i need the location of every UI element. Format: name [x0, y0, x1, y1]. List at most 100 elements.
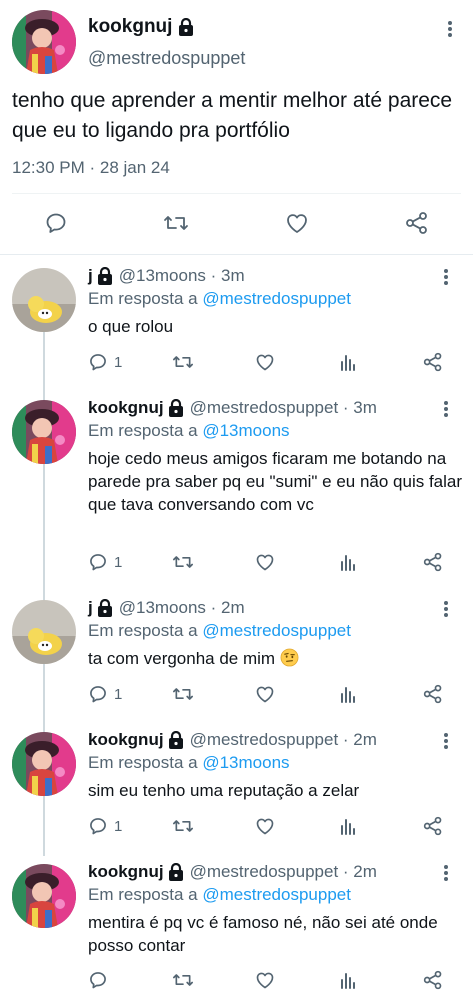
- retweet-icon: [164, 216, 188, 230]
- mention-link[interactable]: @13moons: [202, 421, 289, 440]
- retweet-button[interactable]: [172, 682, 194, 706]
- more-options-button[interactable]: [443, 864, 449, 887]
- share-button[interactable]: [422, 682, 444, 706]
- share-icon: [423, 970, 442, 990]
- mention-link[interactable]: @mestredospuppet: [202, 885, 351, 904]
- author-name[interactable]: kookgnuj: [88, 16, 195, 38]
- in-reply-prefix: Em resposta a: [88, 753, 198, 772]
- share-button[interactable]: [402, 208, 432, 238]
- reply-button[interactable]: 1: [88, 350, 122, 374]
- reply-button[interactable]: 1: [88, 550, 122, 574]
- retweet-button[interactable]: [172, 968, 194, 992]
- lock-icon: [167, 399, 184, 417]
- analytics-button[interactable]: [339, 350, 357, 374]
- reply-tweet[interactable]: kookgnuj @mestredospuppet · 2m Em respos…: [0, 854, 473, 1000]
- avatar[interactable]: [12, 732, 76, 796]
- more-options-button[interactable]: [443, 400, 449, 423]
- author-handle[interactable]: @mestredospuppet · 2m: [190, 862, 377, 882]
- divider: [12, 193, 461, 194]
- share-icon: [423, 684, 442, 704]
- reply-actions: 1: [88, 350, 448, 374]
- like-button[interactable]: [254, 550, 276, 574]
- reply-tweet[interactable]: kookgnuj @mestredospuppet · 2m Em respos…: [0, 722, 473, 852]
- more-options-button[interactable]: [447, 20, 453, 43]
- author-handle[interactable]: @13moons · 3m: [119, 266, 245, 286]
- more-options-button[interactable]: [443, 732, 449, 755]
- reply-tweet[interactable]: kookgnuj @mestredospuppet · 3m Em respos…: [0, 390, 473, 588]
- like-button[interactable]: [254, 968, 276, 992]
- reply-button[interactable]: [41, 208, 71, 238]
- heart-icon: [256, 554, 274, 571]
- analytics-icon: [341, 819, 355, 835]
- share-button[interactable]: [422, 814, 444, 838]
- section-divider: [0, 254, 473, 255]
- retweet-icon: [172, 688, 193, 700]
- avatar[interactable]: [12, 268, 76, 332]
- avatar[interactable]: [12, 600, 76, 664]
- in-reply-to: Em resposta a @13moons: [88, 421, 290, 441]
- retweet-button[interactable]: [172, 814, 194, 838]
- avatar[interactable]: [12, 400, 76, 464]
- mention-link[interactable]: @mestredospuppet: [202, 289, 351, 308]
- more-vertical-icon: [444, 401, 448, 417]
- retweet-button[interactable]: [161, 208, 191, 238]
- reply-text: mentira é pq vc é famoso né, não sei até…: [88, 913, 438, 955]
- reply-text-row: ta com vergonha de mim: [88, 647, 463, 670]
- more-vertical-icon: [444, 601, 448, 617]
- reply-text: sim eu tenho uma reputação a zelar: [88, 781, 360, 800]
- more-vertical-icon: [444, 269, 448, 285]
- avatar-image: [12, 400, 76, 464]
- like-button[interactable]: [254, 350, 276, 374]
- avatar[interactable]: [12, 864, 76, 928]
- mention-link[interactable]: @mestredospuppet: [202, 621, 351, 640]
- tweet-timestamp[interactable]: 12:30 PM · 28 jan 24: [12, 158, 170, 178]
- author-handle[interactable]: @mestredospuppet · 3m: [190, 398, 377, 418]
- analytics-button[interactable]: [339, 968, 357, 992]
- lock-icon: [167, 863, 184, 881]
- reply-button[interactable]: [88, 968, 114, 992]
- author-handle[interactable]: @13moons · 2m: [119, 598, 245, 618]
- like-button[interactable]: [282, 208, 312, 238]
- share-button[interactable]: [422, 550, 444, 574]
- like-button[interactable]: [254, 814, 276, 838]
- more-vertical-icon: [448, 21, 452, 37]
- retweet-button[interactable]: [172, 550, 194, 574]
- in-reply-prefix: Em resposta a: [88, 885, 198, 904]
- reply-tweet[interactable]: j @13moons · 2m Em resposta a @mestredos…: [0, 590, 473, 720]
- author-name[interactable]: kookgnuj: [88, 862, 164, 882]
- author-name[interactable]: kookgnuj: [88, 398, 164, 418]
- retweet-icon: [172, 820, 193, 832]
- author-name[interactable]: j: [88, 266, 93, 286]
- author-handle[interactable]: @mestredospuppet: [88, 48, 245, 69]
- in-reply-prefix: Em resposta a: [88, 621, 198, 640]
- more-options-button[interactable]: [443, 268, 449, 291]
- author-name[interactable]: j: [88, 598, 93, 618]
- share-button[interactable]: [422, 968, 444, 992]
- share-icon: [406, 212, 427, 234]
- analytics-button[interactable]: [339, 682, 357, 706]
- avatar[interactable]: [12, 10, 76, 74]
- like-button[interactable]: [254, 682, 276, 706]
- share-button[interactable]: [422, 350, 444, 374]
- analytics-button[interactable]: [339, 550, 357, 574]
- heart-icon: [256, 818, 274, 835]
- author-handle[interactable]: @mestredospuppet · 2m: [190, 730, 377, 750]
- reply-actions: 1: [88, 550, 448, 574]
- heart-icon: [256, 972, 274, 989]
- reply-button[interactable]: 1: [88, 814, 122, 838]
- retweet-button[interactable]: [172, 350, 194, 374]
- avatar-image: [12, 600, 76, 664]
- retweet-icon: [172, 356, 193, 368]
- mention-link[interactable]: @13moons: [202, 753, 289, 772]
- reply-tweet[interactable]: j @13moons · 3m Em resposta a @mestredos…: [0, 258, 473, 388]
- heart-icon: [256, 354, 274, 371]
- reply-icon: [90, 686, 106, 703]
- reply-icon: [90, 972, 106, 989]
- more-options-button[interactable]: [443, 600, 449, 623]
- author-name[interactable]: kookgnuj: [88, 730, 164, 750]
- reply-header: j @13moons · 3m: [88, 266, 245, 286]
- reply-button[interactable]: 1: [88, 682, 122, 706]
- analytics-button[interactable]: [339, 814, 357, 838]
- heart-icon: [287, 214, 307, 233]
- reply-count: 1: [114, 553, 123, 571]
